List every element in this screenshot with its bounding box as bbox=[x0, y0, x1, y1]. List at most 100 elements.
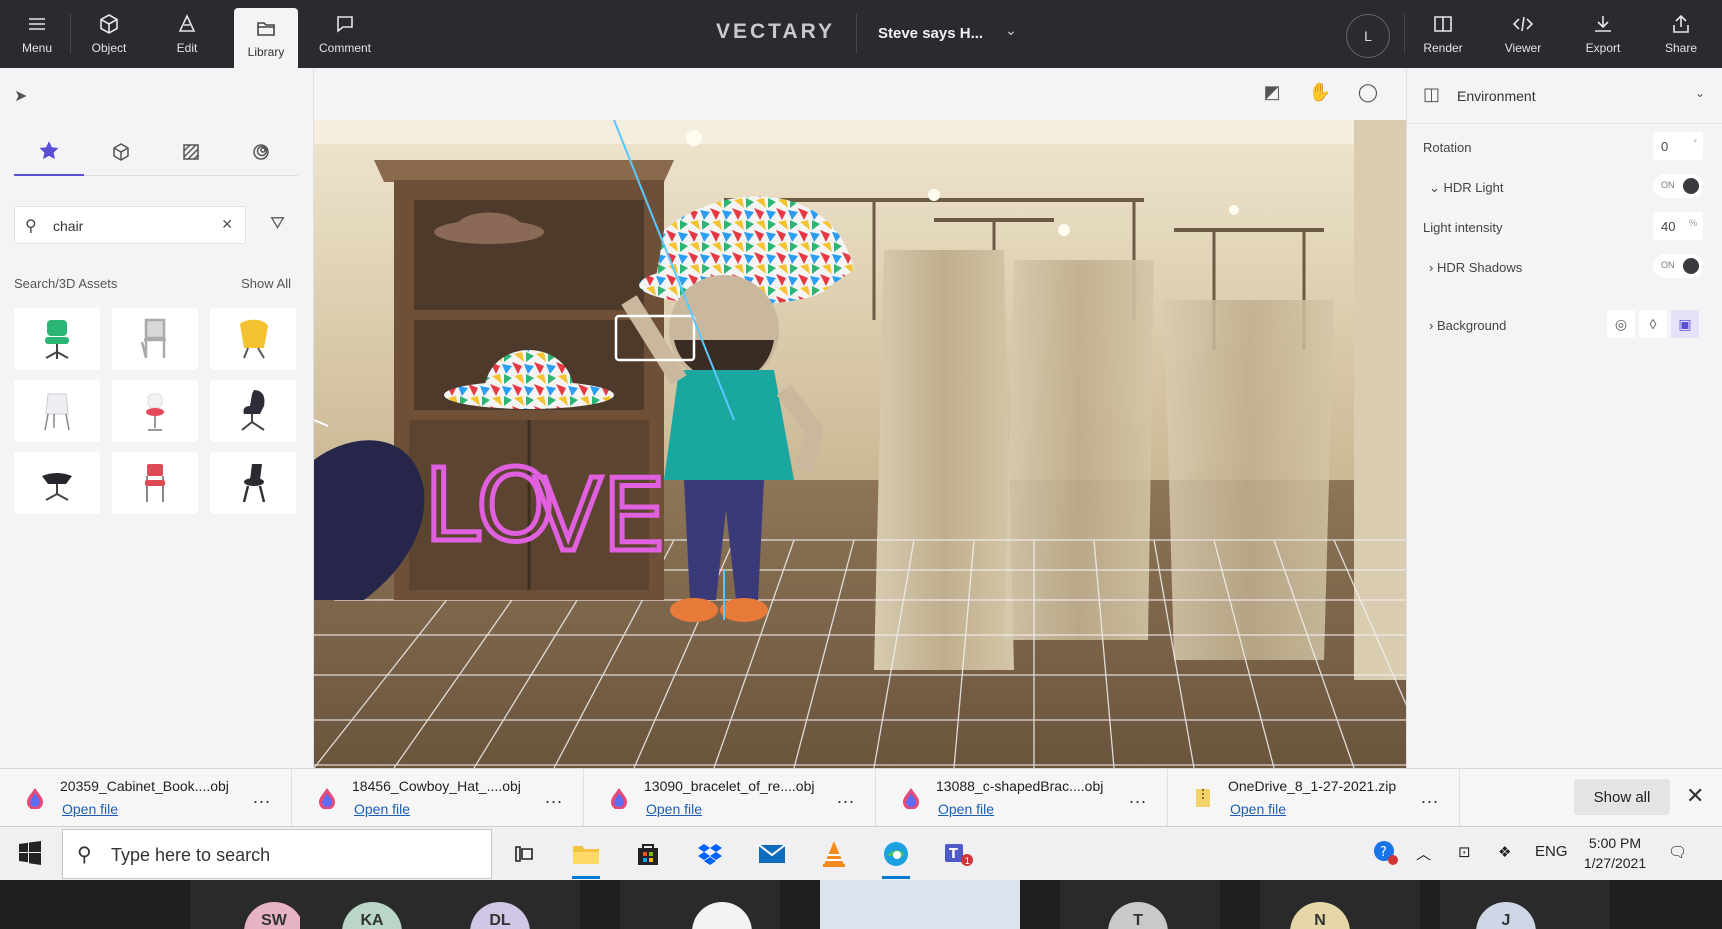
library-panel: ➤ ⚲ ✕ ⛛ Search/3D Assets Show All bbox=[0, 68, 314, 768]
help-notification-icon[interactable]: ? bbox=[1372, 839, 1400, 871]
participant-tile[interactable]: J bbox=[1440, 880, 1610, 929]
asset-white-chair[interactable] bbox=[14, 380, 100, 442]
user-avatar[interactable]: L bbox=[1346, 14, 1390, 58]
filter-icon[interactable]: ⛛ bbox=[270, 213, 285, 234]
edge-browser-icon[interactable] bbox=[876, 835, 916, 879]
chevron-right-icon: › bbox=[1429, 318, 1434, 333]
rotation-input[interactable]: 0 ° bbox=[1653, 132, 1703, 160]
more-options-icon[interactable]: ... bbox=[837, 787, 855, 808]
participant-tile[interactable]: N bbox=[1260, 880, 1420, 929]
tab-objects[interactable] bbox=[86, 128, 156, 176]
asset-green-office-chair[interactable] bbox=[14, 308, 100, 370]
clear-search-icon[interactable]: ✕ bbox=[221, 216, 233, 233]
task-view-icon[interactable] bbox=[504, 835, 544, 873]
windows-start-icon[interactable] bbox=[18, 841, 42, 865]
participant-tile[interactable] bbox=[620, 880, 780, 929]
camera-perspective-icon[interactable]: ◩ bbox=[1260, 82, 1284, 106]
open-file-link[interactable]: Open file bbox=[62, 801, 118, 817]
download-item[interactable]: 13090_bracelet_of_re....obj Open file ..… bbox=[584, 769, 876, 827]
zip-file-icon bbox=[1196, 789, 1210, 807]
asset-black-swivel-chair[interactable] bbox=[14, 452, 100, 514]
download-item[interactable]: 20359_Cabinet_Book....obj Open file ... bbox=[0, 769, 292, 827]
comment-button[interactable]: Comment bbox=[308, 0, 382, 68]
tab-materials[interactable] bbox=[156, 128, 226, 176]
chevron-up-icon[interactable]: ︿ bbox=[1416, 843, 1431, 864]
meet-now-icon[interactable]: ⊡ bbox=[1458, 843, 1471, 861]
light-intensity-row: Light intensity 40 % bbox=[1423, 212, 1713, 242]
asset-red-dining-chair[interactable] bbox=[112, 452, 198, 514]
toolbar-divider bbox=[70, 14, 71, 54]
vlc-icon[interactable] bbox=[814, 835, 854, 873]
dropbox-icon[interactable] bbox=[690, 835, 730, 873]
tab-favorites[interactable] bbox=[14, 128, 84, 176]
scene-render[interactable]: LO VE bbox=[314, 120, 1406, 768]
asset-grey-frame-chair[interactable] bbox=[112, 308, 198, 370]
dropbox-tray-icon[interactable]: ❖ bbox=[1498, 843, 1511, 861]
participant-video-tile[interactable] bbox=[820, 880, 1020, 929]
cube-icon bbox=[113, 143, 129, 161]
store-icon[interactable] bbox=[628, 835, 668, 873]
environment-header[interactable]: ◫ Environment ⌄ bbox=[1407, 68, 1722, 124]
edit-icon bbox=[178, 14, 196, 32]
open-file-link[interactable]: Open file bbox=[354, 801, 410, 817]
viewport-toolbar: ◩ ✋ ◯ bbox=[314, 68, 1406, 120]
notifications-icon[interactable]: 🗨 bbox=[1668, 843, 1687, 861]
chevron-down-icon[interactable]: ⌄ bbox=[1005, 22, 1017, 39]
tab-environments[interactable] bbox=[226, 128, 296, 176]
show-all-downloads-button[interactable]: Show all bbox=[1574, 779, 1670, 815]
system-clock[interactable]: 5:00 PM 1/27/2021 bbox=[1580, 833, 1650, 873]
more-options-icon[interactable]: ... bbox=[1129, 787, 1147, 808]
asset-search-input[interactable] bbox=[53, 215, 213, 237]
more-options-icon[interactable]: ... bbox=[545, 787, 563, 808]
share-button[interactable]: Share bbox=[1644, 0, 1718, 68]
asset-black-bar-chair[interactable] bbox=[210, 452, 296, 514]
hdr-shadows-row[interactable]: › HDR Shadows ON bbox=[1423, 252, 1713, 282]
pan-hand-icon[interactable]: ✋ bbox=[1308, 82, 1332, 106]
orbit-sphere-icon[interactable]: ◯ bbox=[1356, 82, 1380, 106]
taskbar-search-box[interactable]: ⚲ Type here to search bbox=[62, 829, 492, 879]
color-drop-icon[interactable]: ◊ bbox=[1639, 310, 1667, 338]
participant-tile[interactable]: DL bbox=[420, 880, 580, 929]
asset-search-box: ⚲ ✕ bbox=[14, 206, 246, 244]
open-file-link[interactable]: Open file bbox=[1230, 801, 1286, 817]
teams-icon[interactable]: T1 bbox=[938, 835, 978, 873]
download-item[interactable]: 18456_Cowboy_Hat_....obj Open file ... bbox=[292, 769, 584, 827]
document-title[interactable]: Steve says H... bbox=[878, 25, 983, 42]
asset-yellow-lounge-chair[interactable] bbox=[210, 308, 296, 370]
light-intensity-input[interactable]: 40 % bbox=[1653, 212, 1703, 240]
open-file-link[interactable]: Open file bbox=[646, 801, 702, 817]
library-button[interactable]: Library bbox=[234, 8, 298, 68]
export-button[interactable]: Export bbox=[1566, 0, 1640, 68]
environment-sphere-icon[interactable]: ◎ bbox=[1607, 310, 1635, 338]
love-text-right[interactable]: VE bbox=[532, 455, 669, 577]
more-options-icon[interactable]: ... bbox=[253, 787, 271, 808]
chevron-down-icon: ⌄ bbox=[1429, 180, 1440, 195]
select-cursor-icon[interactable]: ➤ bbox=[14, 86, 27, 106]
edit-button[interactable]: Edit bbox=[150, 0, 224, 68]
participant-tile[interactable]: T bbox=[1060, 880, 1220, 929]
render-button[interactable]: Render bbox=[1406, 0, 1480, 68]
toolbar-divider bbox=[1404, 14, 1405, 54]
viewer-button[interactable]: Viewer bbox=[1486, 0, 1560, 68]
hdr-shadows-toggle[interactable]: ON bbox=[1653, 254, 1703, 278]
menu-button[interactable]: Menu bbox=[0, 0, 74, 68]
obj-file-icon bbox=[319, 788, 335, 809]
asset-red-stool-chair[interactable] bbox=[112, 380, 198, 442]
background-row[interactable]: › Background ◎ ◊ ▣ bbox=[1423, 310, 1713, 340]
download-item[interactable]: OneDrive_8_1-27-2021.zip Open file ... bbox=[1168, 769, 1460, 827]
mail-icon[interactable] bbox=[752, 835, 792, 873]
hdr-light-row[interactable]: ⌄ HDR Light ON bbox=[1423, 172, 1713, 202]
object-button[interactable]: Object bbox=[72, 0, 146, 68]
show-all-assets-link[interactable]: Show All bbox=[241, 276, 291, 291]
download-item[interactable]: 13088_c-shapedBrac....obj Open file ... bbox=[876, 769, 1168, 827]
file-explorer-icon[interactable] bbox=[566, 835, 606, 879]
more-options-icon[interactable]: ... bbox=[1421, 787, 1439, 808]
image-icon[interactable]: ▣ bbox=[1671, 310, 1699, 338]
3d-viewport[interactable]: LO VE bbox=[314, 120, 1406, 768]
chevron-down-icon[interactable]: ⌄ bbox=[1695, 86, 1705, 100]
hdr-light-toggle[interactable]: ON bbox=[1653, 174, 1703, 198]
language-indicator[interactable]: ENG bbox=[1535, 843, 1568, 860]
asset-dark-lounge-chair[interactable] bbox=[210, 380, 296, 442]
close-icon[interactable]: ✕ bbox=[1686, 783, 1704, 809]
open-file-link[interactable]: Open file bbox=[938, 801, 994, 817]
